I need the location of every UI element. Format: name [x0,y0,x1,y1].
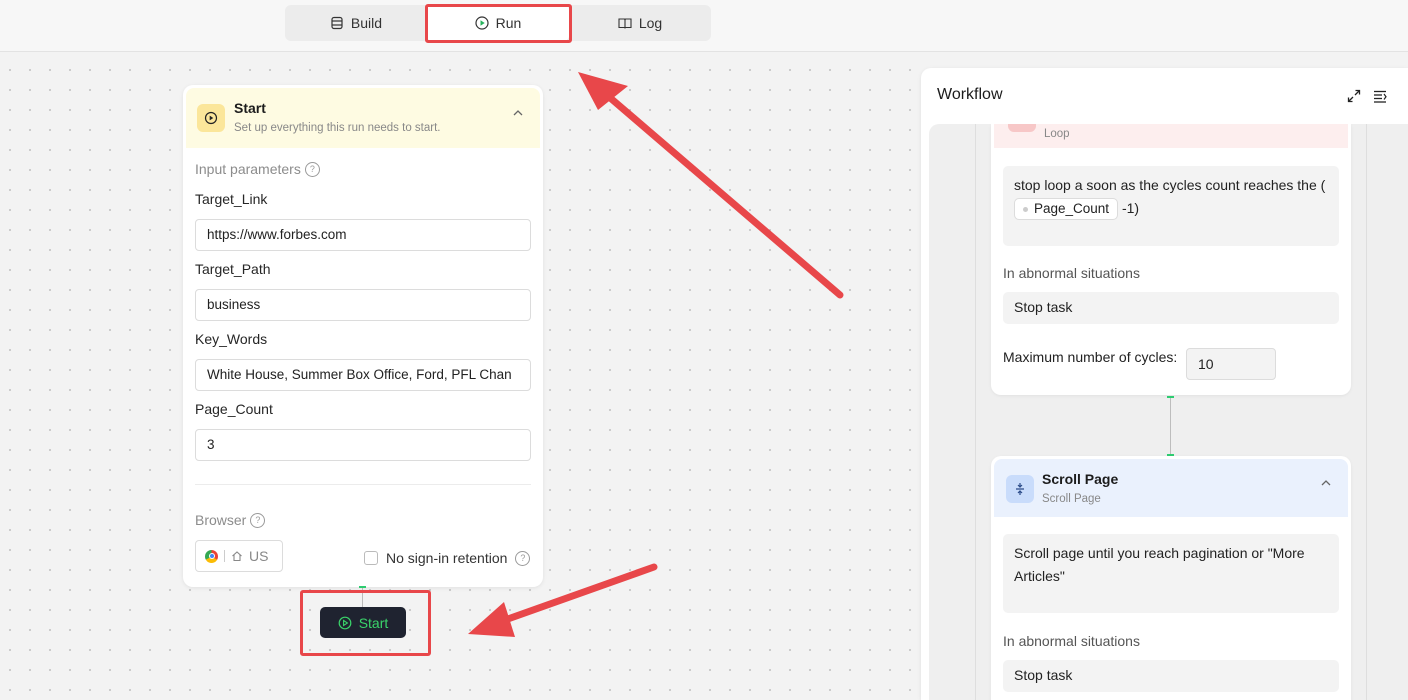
input-parameters-label: Input parameters ? [195,161,320,177]
scroll-page-description[interactable]: Scroll page until you reach pagination o… [1003,534,1339,613]
scroll-page-header[interactable]: Scroll Page Scroll Page [994,459,1348,517]
browser-label: Browser ? [195,512,266,528]
chevron-up-icon[interactable] [512,107,524,119]
connector-handle [1167,396,1174,398]
browser-region: US [249,548,269,564]
scroll-page-node-card[interactable]: Scroll Page Scroll Page Scroll page unti… [991,456,1351,700]
variable-dot [1023,206,1028,212]
list-icon[interactable] [1373,89,1387,103]
start-panel-header[interactable]: Start Set up everything this run needs t… [186,88,540,148]
loop-icon [1008,124,1036,132]
loop-condition-prefix: stop loop a soon as the cycles count rea… [1014,177,1326,193]
start-node-icon [197,104,225,132]
target-link-input[interactable]: https://www.forbes.com [195,219,531,251]
param-label-target-path: Target_Path [195,261,271,277]
workflow-title: Workflow [937,86,1003,103]
variable-chip-label: Page_Count [1034,201,1110,217]
expand-icon[interactable] [1347,89,1361,103]
key-words-input[interactable]: White House, Summer Box Office, Ford, PF… [195,359,531,391]
param-label-key-words: Key_Words [195,331,268,347]
tab-log[interactable]: Log [569,5,711,41]
help-icon[interactable]: ? [515,550,531,566]
input-parameters-text: Input parameters [195,161,301,177]
target-path-input[interactable]: business [195,289,531,321]
tab-build[interactable]: Build [285,5,427,41]
max-cycles-label: Maximum number of cycles: [1003,349,1178,365]
home-icon [232,551,242,562]
arrows-vertical-icon [1016,483,1024,495]
connector-handle [359,586,366,588]
loop-condition-suffix: -1) [1121,200,1140,216]
browser-label-text: Browser [195,512,247,528]
loop-abnormal-select[interactable]: Stop task [1003,292,1339,324]
chrome-icon [205,549,218,563]
scroll-abnormal-select[interactable]: Stop task [1003,660,1339,692]
play-circle-icon [204,111,218,125]
no-signin-checkbox[interactable] [364,551,378,565]
book-icon [618,18,632,29]
top-bar: Build Run Log [0,0,1408,52]
scroll-abnormal-label: In abnormal situations [1003,633,1140,649]
param-label-target-link: Target_Link [195,191,268,207]
arrow-to-run-tab [578,72,844,299]
loop-node-header: Loop [994,124,1348,148]
help-icon[interactable]: ? [304,161,320,177]
no-signin-label: No sign-in retention [386,550,508,566]
variable-chip: Page_Count [1014,198,1119,221]
browser-selector[interactable]: US [195,540,283,572]
param-label-page-count: Page_Count [195,401,273,417]
loop-condition[interactable]: stop loop a soon as the cycles count rea… [1003,166,1339,246]
tab-build-label: Build [350,15,383,31]
loop-abnormal-label: In abnormal situations [1003,265,1140,281]
workflow-connector [1170,397,1171,455]
separator [224,550,225,562]
tab-log-label: Log [638,15,663,31]
no-signin-retention: No sign-in retention ? [364,550,531,566]
start-panel-title: Start [234,100,266,116]
run-tab-highlight [425,4,572,43]
page-count-input[interactable]: 3 [195,429,531,461]
scroll-page-subtitle: Scroll Page [1042,493,1101,505]
divider [195,484,531,485]
scroll-page-title: Scroll Page [1042,471,1119,487]
help-icon[interactable]: ? [250,512,266,528]
loop-node-subtitle: Loop [1044,128,1070,140]
start-button-highlight [300,590,431,656]
scroll-vertical-icon [1006,475,1034,503]
workflow-canvas: Loop stop loop a soon as the cycles coun… [929,124,1408,700]
start-panel-subtitle: Set up everything this run needs to star… [234,122,441,134]
start-panel: Start Set up everything this run needs t… [183,85,543,587]
max-cycles-input[interactable]: 10 [1186,348,1276,380]
workflow-panel: Workflow Loop stop loop a soon as the cy… [921,68,1408,700]
chevron-up-icon[interactable] [1320,477,1332,489]
loop-node-card[interactable]: Loop stop loop a soon as the cycles coun… [991,124,1351,395]
build-icon [331,16,343,30]
